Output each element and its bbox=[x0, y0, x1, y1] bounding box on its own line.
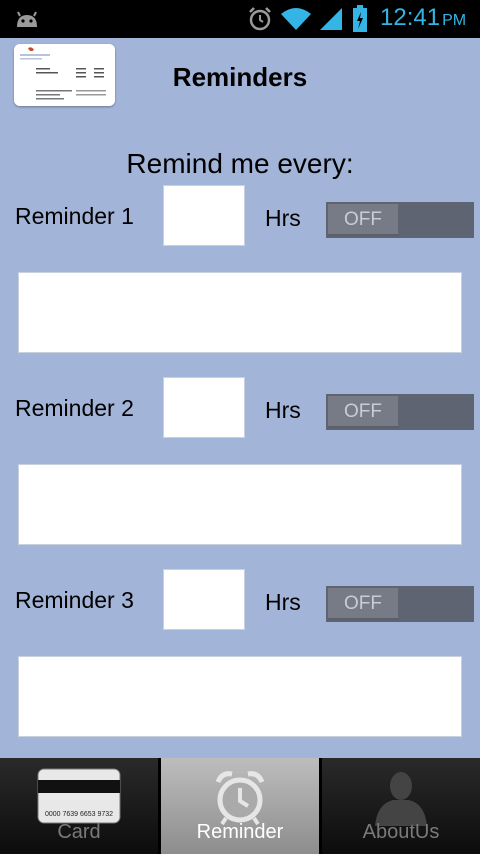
wifi-icon bbox=[280, 6, 312, 37]
reminder-2-hrs-label: Hrs bbox=[265, 397, 301, 423]
reminder-3-toggle[interactable]: OFF bbox=[326, 586, 474, 622]
tab-about-us-label: AboutUs bbox=[362, 821, 440, 843]
reminder-3-note-field[interactable] bbox=[18, 656, 462, 737]
tab-about-us[interactable]: AboutUs bbox=[322, 758, 480, 854]
reminder-3-toggle-state: OFF bbox=[328, 588, 398, 620]
reminder-2-label: Reminder 2 bbox=[15, 395, 134, 421]
tab-card[interactable]: 0000 7639 6653 9732 Card bbox=[0, 758, 158, 854]
reminder-2-note-field[interactable] bbox=[18, 464, 462, 545]
signal-icon bbox=[318, 6, 344, 37]
reminder-3-label: Reminder 3 bbox=[15, 587, 134, 613]
remind-every-label: Remind me every: bbox=[126, 148, 354, 179]
android-icon bbox=[14, 8, 40, 33]
svg-text:0000 7639 6653 9732: 0000 7639 6653 9732 bbox=[45, 811, 113, 818]
tab-reminder-label: Reminder bbox=[196, 821, 284, 843]
reminder-1-note-field[interactable] bbox=[18, 272, 462, 353]
battery-icon bbox=[352, 5, 368, 38]
reminder-1-hours-input[interactable] bbox=[163, 185, 245, 246]
tab-reminder[interactable]: Reminder bbox=[161, 758, 319, 854]
bottom-tab-bar: 0000 7639 6653 9732 Card Reminder AboutU… bbox=[0, 758, 480, 854]
status-bar: 12:41 PM bbox=[0, 0, 480, 38]
reminder-3-hrs-label: Hrs bbox=[265, 589, 301, 615]
tab-card-label: Card bbox=[57, 821, 101, 843]
reminder-2-toggle-state: OFF bbox=[328, 396, 398, 428]
reminder-1-toggle-state: OFF bbox=[328, 204, 398, 236]
status-clock: 12:41 PM bbox=[380, 4, 467, 31]
page-title: Reminders bbox=[172, 62, 308, 92]
alarm-icon bbox=[248, 6, 272, 37]
reminder-1-hrs-label: Hrs bbox=[265, 205, 301, 231]
reminder-1-toggle[interactable]: OFF bbox=[326, 202, 474, 238]
reminder-3-hours-input[interactable] bbox=[163, 569, 245, 630]
reminder-2-toggle[interactable]: OFF bbox=[326, 394, 474, 430]
credit-card-icon: 0000 7639 6653 9732 bbox=[0, 768, 158, 829]
reminder-2-hours-input[interactable] bbox=[163, 377, 245, 438]
reminder-1-label: Reminder 1 bbox=[15, 203, 134, 229]
